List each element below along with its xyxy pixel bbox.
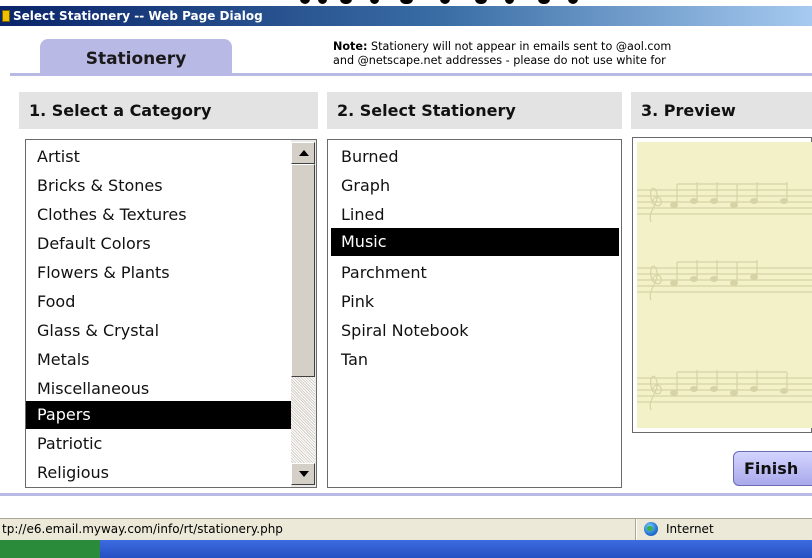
window-icon [2,10,10,22]
music-staff-stationery-icon [637,182,812,411]
arrow-down-icon [299,471,309,477]
category-header: 1. Select a Category [19,92,318,129]
preview-header: 3. Preview [631,92,812,129]
stationery-item-pink[interactable]: Pink [331,288,619,316]
category-item-patriotic[interactable]: Patriotic [26,430,292,458]
scroll-up-button[interactable] [291,142,315,164]
preview-image [637,142,812,428]
note-line-2: and @netscape.net addresses - please do … [333,54,666,67]
taskbar [0,540,812,558]
category-item-religious[interactable]: Religious [26,459,292,487]
status-bar: tp://e6.email.myway.com/info/rt/statione… [0,518,812,540]
dialog-title: Select Stationery -- Web Page Dialog [13,9,263,23]
arrow-up-icon [299,150,309,156]
stationery-item-graph[interactable]: Graph [331,172,619,200]
bottom-separator [0,493,812,496]
category-listbox[interactable]: Artist Bricks & Stones Clothes & Texture… [25,139,317,488]
stationery-item-tan[interactable]: Tan [331,346,619,374]
status-url: tp://e6.email.myway.com/info/rt/statione… [0,519,636,540]
category-item-default-colors[interactable]: Default Colors [26,230,292,258]
note-line-1: Stationery will not appear in emails sen… [367,40,672,53]
security-zone: Internet [636,519,812,540]
stationery-listbox[interactable]: Burned Graph Lined Music Parchment Pink … [327,139,622,488]
note-text: Note: Stationery will not appear in emai… [333,40,812,68]
stationery-item-spiral-notebook[interactable]: Spiral Notebook [331,317,619,345]
category-item-glass-crystal[interactable]: Glass & Crystal [26,317,292,345]
tab-stationery[interactable]: Stationery [40,39,232,75]
scroll-thumb[interactable] [291,164,315,377]
category-item-miscellaneous[interactable]: Miscellaneous [26,375,292,403]
category-scrollbar[interactable] [291,140,316,487]
tab-underline [10,73,812,76]
category-item-bricks-stones[interactable]: Bricks & Stones [26,172,292,200]
category-item-metals[interactable]: Metals [26,346,292,374]
category-item-flowers-plants[interactable]: Flowers & Plants [26,259,292,287]
start-button[interactable] [0,540,100,558]
note-label: Note: [333,40,368,53]
stationery-item-parchment[interactable]: Parchment [331,259,619,287]
stationery-header: 2. Select Stationery [327,92,622,129]
taskbar-band [100,540,812,558]
category-item-artist[interactable]: Artist [26,143,292,171]
internet-globe-icon [644,522,658,536]
category-item-food[interactable]: Food [26,288,292,316]
scroll-down-button[interactable] [291,463,315,485]
scroll-track[interactable] [291,377,315,463]
stationery-item-music[interactable]: Music [331,228,619,256]
preview-frame [632,137,812,433]
zone-label: Internet [666,522,714,536]
stationery-item-burned[interactable]: Burned [331,143,619,171]
dialog-title-bar[interactable]: Select Stationery -- Web Page Dialog [0,6,812,26]
category-item-clothes-textures[interactable]: Clothes & Textures [26,201,292,229]
finish-button[interactable]: Finish [733,451,812,486]
category-item-papers[interactable]: Papers [26,401,292,429]
stationery-item-lined[interactable]: Lined [331,201,619,229]
